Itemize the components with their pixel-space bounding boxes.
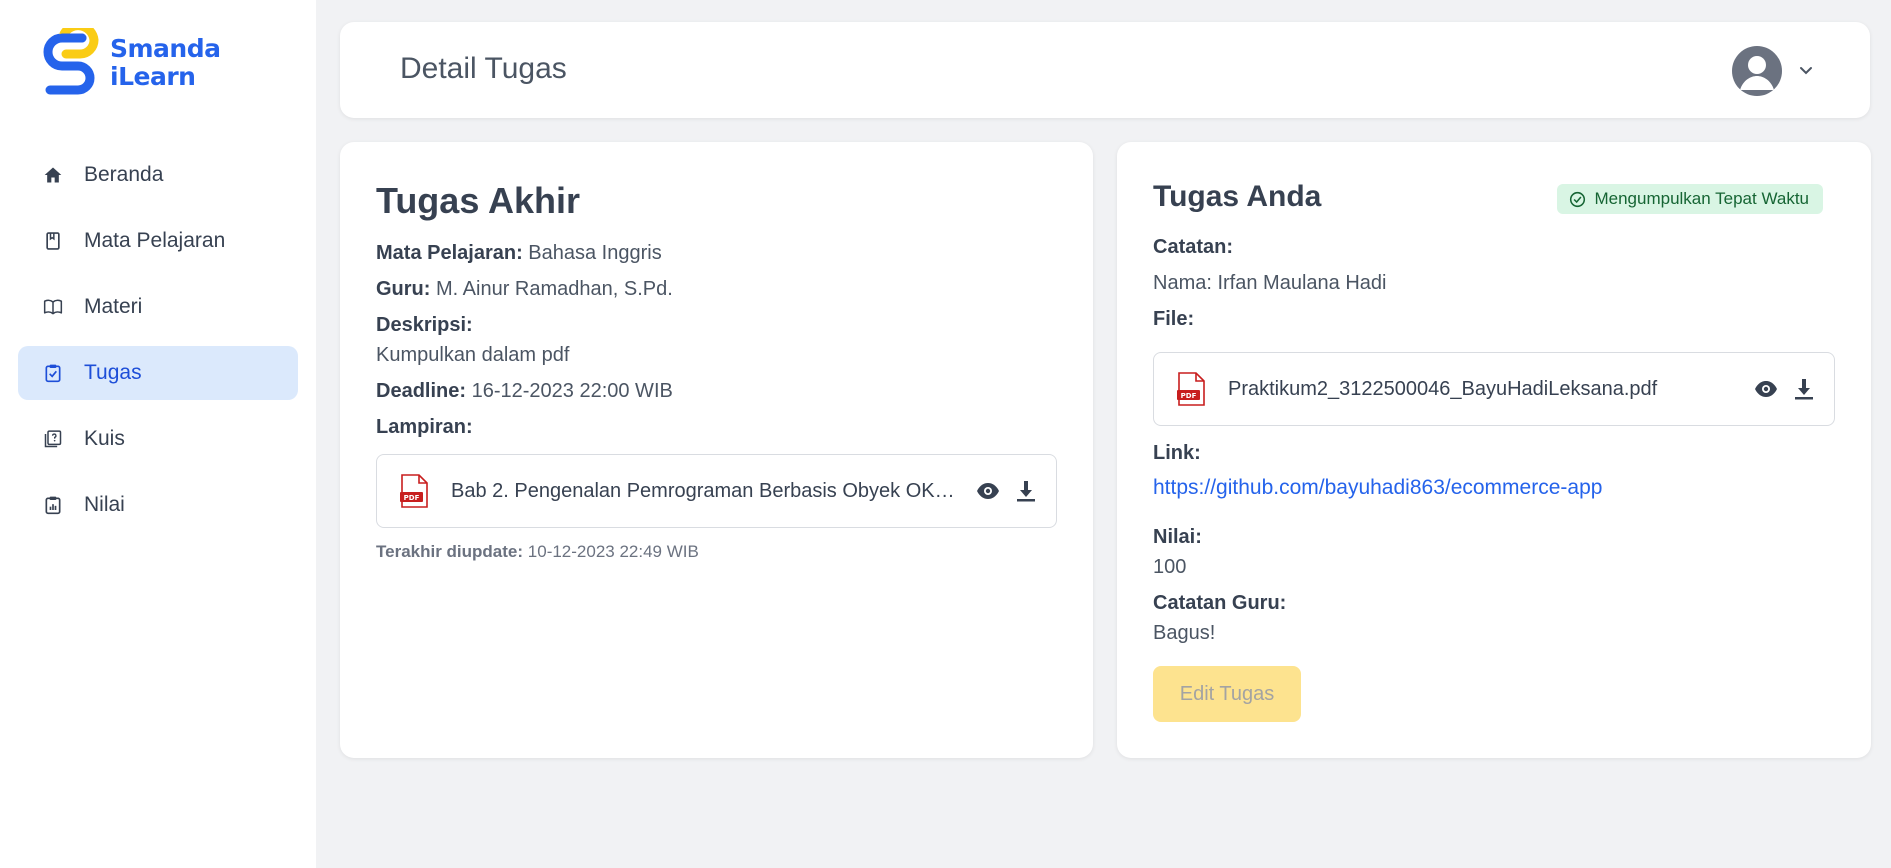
sidebar: Smanda iLearn Beranda Mata Pelajaran Mat… bbox=[0, 0, 316, 868]
attachment-file-row: PDF Bab 2. Pengenalan Pemrograman Berbas… bbox=[376, 454, 1057, 528]
description-value: Kumpulkan dalam pdf bbox=[376, 344, 570, 366]
avatar[interactable] bbox=[1732, 46, 1782, 96]
sidebar-item-label: Kuis bbox=[84, 427, 125, 450]
open-book-icon bbox=[42, 296, 64, 318]
link-label: Link: bbox=[1153, 442, 1201, 464]
submitted-file-row: PDF Praktikum2_3122500046_BayuHadiLeksan… bbox=[1153, 352, 1835, 426]
view-eye-icon[interactable] bbox=[976, 479, 1000, 503]
chevron-down-icon[interactable] bbox=[1796, 60, 1816, 80]
quiz-icon bbox=[42, 428, 64, 450]
top-header: Detail Tugas bbox=[340, 22, 1870, 118]
edit-task-button[interactable]: Edit Tugas bbox=[1153, 666, 1301, 722]
brand-line-1: Smanda bbox=[110, 34, 221, 63]
subject-label: Mata Pelajaran: bbox=[376, 242, 523, 264]
svg-text:PDF: PDF bbox=[1181, 392, 1197, 400]
clipboard-chart-icon bbox=[42, 494, 64, 516]
sidebar-nav: Beranda Mata Pelajaran Materi Tugas Kuis bbox=[18, 148, 298, 544]
sidebar-item-nilai[interactable]: Nilai bbox=[18, 478, 298, 532]
description-label: Deskripsi: bbox=[376, 314, 473, 336]
task-teacher: Guru: M. Ainur Ramadhan, S.Pd. bbox=[376, 278, 673, 301]
pdf-file-icon: PDF bbox=[1177, 372, 1205, 406]
notes-value: Nama: Irfan Maulana Hadi bbox=[1153, 272, 1387, 294]
task-detail-card: Tugas Akhir Mata Pelajaran: Bahasa Inggr… bbox=[340, 142, 1093, 758]
svg-text:PDF: PDF bbox=[404, 494, 420, 502]
sidebar-item-mata-pelajaran[interactable]: Mata Pelajaran bbox=[18, 214, 298, 268]
brand-logo[interactable]: Smanda iLearn bbox=[38, 28, 221, 98]
sidebar-item-label: Beranda bbox=[84, 163, 164, 186]
attachment-file-name[interactable]: Bab 2. Pengenalan Pemrograman Berbasis O… bbox=[451, 480, 961, 503]
submitted-file-name[interactable]: Praktikum2_3122500046_BayuHadiLeksana.pd… bbox=[1228, 378, 1748, 401]
teacher-notes-label: Catatan Guru: bbox=[1153, 592, 1287, 614]
submitted-file-actions bbox=[1740, 377, 1816, 401]
home-icon bbox=[42, 164, 64, 186]
page-title: Detail Tugas bbox=[400, 52, 567, 85]
sidebar-item-label: Nilai bbox=[84, 493, 125, 516]
sidebar-item-label: Mata Pelajaran bbox=[84, 229, 226, 252]
download-icon[interactable] bbox=[1792, 377, 1816, 401]
task-subject: Mata Pelajaran: Bahasa Inggris bbox=[376, 242, 662, 265]
view-eye-icon[interactable] bbox=[1754, 377, 1778, 401]
teacher-label: Guru: bbox=[376, 278, 431, 300]
sidebar-item-kuis[interactable]: Kuis bbox=[18, 412, 298, 466]
submission-title: Tugas Anda bbox=[1153, 180, 1322, 213]
clipboard-check-icon bbox=[42, 362, 64, 384]
deadline-label: Deadline: bbox=[376, 380, 467, 402]
sidebar-item-beranda[interactable]: Beranda bbox=[18, 148, 298, 202]
status-badge-text: Mengumpulkan Tepat Waktu bbox=[1594, 189, 1809, 208]
updated-value: 10-12-2023 22:49 WIB bbox=[527, 542, 699, 561]
sidebar-item-tugas[interactable]: Tugas bbox=[18, 346, 298, 400]
sidebar-item-materi[interactable]: Materi bbox=[18, 280, 298, 334]
subject-value: Bahasa Inggris bbox=[528, 242, 662, 264]
grade-value: 100 bbox=[1153, 556, 1187, 578]
last-updated: Terakhir diupdate: 10-12-2023 22:49 WIB bbox=[376, 542, 699, 562]
attachment-actions bbox=[962, 479, 1038, 503]
download-icon[interactable] bbox=[1014, 479, 1038, 503]
sidebar-item-label: Tugas bbox=[84, 361, 142, 384]
check-circle-icon bbox=[1570, 191, 1586, 207]
user-avatar-icon bbox=[1740, 56, 1774, 90]
updated-label: Terakhir diupdate: bbox=[376, 542, 524, 561]
grade-label: Nilai: bbox=[1153, 526, 1202, 548]
attachment-label: Lampiran: bbox=[376, 416, 473, 438]
submission-link[interactable]: https://github.com/bayuhadi863/ecommerce… bbox=[1153, 476, 1602, 500]
status-badge: Mengumpulkan Tepat Waktu bbox=[1557, 184, 1823, 214]
logo-mark-icon bbox=[43, 28, 99, 95]
pdf-file-icon: PDF bbox=[400, 474, 428, 508]
deadline-value: 16-12-2023 22:00 WIB bbox=[471, 380, 673, 402]
file-label: File: bbox=[1153, 308, 1195, 330]
task-deadline: Deadline: 16-12-2023 22:00 WIB bbox=[376, 380, 673, 403]
submission-card: Tugas Anda Mengumpulkan Tepat Waktu Cata… bbox=[1117, 142, 1871, 758]
task-title: Tugas Akhir bbox=[376, 180, 581, 221]
brand-line-2: iLearn bbox=[110, 62, 196, 91]
teacher-value: M. Ainur Ramadhan, S.Pd. bbox=[436, 278, 673, 300]
sidebar-item-label: Materi bbox=[84, 295, 143, 318]
teacher-notes-value: Bagus! bbox=[1153, 622, 1216, 644]
notes-label: Catatan: bbox=[1153, 236, 1234, 258]
book-bookmark-icon bbox=[42, 230, 64, 252]
